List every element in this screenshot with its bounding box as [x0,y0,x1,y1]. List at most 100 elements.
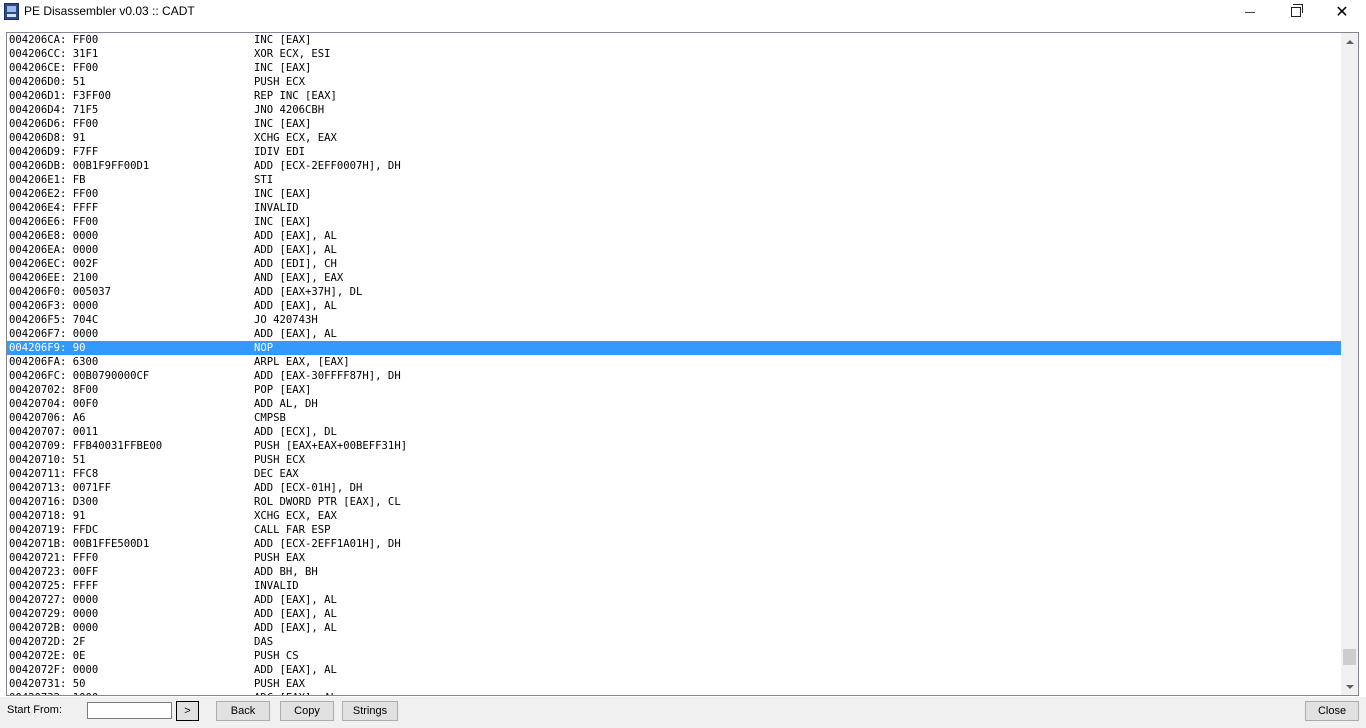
list-item[interactable]: 004206F0: 005037 ADD [EAX+37H], DL [7,285,1342,299]
instruction: CMPSB [254,412,286,424]
list-item[interactable]: 004206EE: 2100 AND [EAX], EAX [7,271,1342,285]
list-item[interactable]: 004206D1: F3FF00 REP INC [EAX] [7,89,1342,103]
list-item[interactable]: 004206FC: 00B0790000CF ADD [EAX-30FFFF87H… [7,369,1342,383]
list-item[interactable]: 004206D8: 91 XCHG ECX, EAX [7,131,1342,145]
address-bytes: 004206EA: 0000 [9,244,99,256]
list-item[interactable]: 004206F5: 704C JO 420743H [7,313,1342,327]
address-bytes: 004206F0: 005037 [9,286,112,298]
address-bytes: 00420710: 51 [9,454,86,466]
instruction: ADD [EAX-30FFFF87H], DH [254,370,401,382]
list-item[interactable]: 004206E1: FB STI [7,173,1342,187]
instruction: ADD [EAX], AL [254,328,337,340]
list-item[interactable]: 004206D0: 51 PUSH ECX [7,75,1342,89]
list-item[interactable]: 00420721: FFF0 PUSH EAX [7,551,1342,565]
list-item[interactable]: 00420732: 1000 ADC [EAX], AL [7,691,1342,695]
scrollbar-thumb[interactable] [1343,649,1356,665]
list-item[interactable]: 00420729: 0000 ADD [EAX], AL [7,607,1342,621]
instruction: ARPL EAX, [EAX] [254,356,350,368]
list-item[interactable]: 00420713: 0071FF ADD [ECX-01H], DH [7,481,1342,495]
list-item[interactable]: 004206D6: FF00 INC [EAX] [7,117,1342,131]
instruction: ADD [ECX-2EFF1A01H], DH [254,538,401,550]
minimize-button[interactable] [1227,0,1273,24]
address-bytes: 004206F7: 0000 [9,328,99,340]
disassembly-rows: 004206CA: FF00 INC [EAX] 004206CC: 31F1 XOR… [7,33,1342,695]
list-item[interactable]: 00420727: 0000 ADD [EAX], AL [7,593,1342,607]
instruction: INC [EAX] [254,34,312,46]
address-bytes: 0042072F: 0000 [9,664,99,676]
title-bar[interactable]: PE Disassembler v0.03 :: CADT ✕ [0,0,1366,24]
back-button[interactable]: Back [216,701,270,721]
list-item[interactable]: 004206F9: 90 NOP [7,341,1342,355]
address-bytes: 004206E6: FF00 [9,216,99,228]
list-item[interactable]: 004206E8: 0000 ADD [EAX], AL [7,229,1342,243]
address-bytes: 00420713: 0071FF [9,482,112,494]
instruction: ADD [EAX], AL [254,300,337,312]
list-item[interactable]: 00420716: D300 ROL DWORD PTR [EAX], CL [7,495,1342,509]
address-bytes: 00420706: A6 [9,412,86,424]
list-item[interactable]: 004206EC: 002F ADD [EDI], CH [7,257,1342,271]
instruction: DEC EAX [254,468,299,480]
instruction: XCHG ECX, EAX [254,510,337,522]
restore-button[interactable] [1273,0,1319,24]
instruction: PUSH EAX [254,678,306,690]
instruction: ADD [EAX], AL [254,594,337,606]
copy-button[interactable]: Copy [280,701,334,721]
address-bytes: 00420725: FFFF [9,580,99,592]
list-item[interactable]: 00420723: 00FF ADD BH, BH [7,565,1342,579]
list-item[interactable]: 00420702: 8F00 POP [EAX] [7,383,1342,397]
list-item[interactable]: 004206D4: 71F5 JNO 4206CBH [7,103,1342,117]
list-item[interactable]: 0042072F: 0000 ADD [EAX], AL [7,663,1342,677]
list-item[interactable]: 004206E4: FFFF INVALID [7,201,1342,215]
go-button[interactable]: > [176,701,199,721]
list-item[interactable]: 00420710: 51 PUSH ECX [7,453,1342,467]
instruction: IDIV EDI [254,146,306,158]
list-item[interactable]: 00420706: A6 CMPSB [7,411,1342,425]
list-item[interactable]: 00420725: FFFF INVALID [7,579,1342,593]
strings-button[interactable]: Strings [342,701,398,721]
list-item[interactable]: 00420707: 0011 ADD [ECX], DL [7,425,1342,439]
list-item[interactable]: 0042072D: 2F DAS [7,635,1342,649]
list-item[interactable]: 00420731: 50 PUSH EAX [7,677,1342,691]
list-item[interactable]: 004206CE: FF00 INC [EAX] [7,61,1342,75]
disassembly-list[interactable]: 004206CA: FF00 INC [EAX] 004206CC: 31F1 XOR… [6,32,1359,696]
list-item[interactable]: 004206FA: 6300 ARPL EAX, [EAX] [7,355,1342,369]
address-bytes: 00420721: FFF0 [9,552,99,564]
list-item[interactable]: 00420719: FFDC CALL FAR ESP [7,523,1342,537]
address-bytes: 00420707: 0011 [9,426,99,438]
list-item[interactable]: 0042071B: 00B1FFE500D1 ADD [ECX-2EFF1A01H… [7,537,1342,551]
list-item[interactable]: 004206DB: 00B1F9FF00D1 ADD [ECX-2EFF0007H… [7,159,1342,173]
list-item[interactable]: 00420718: 91 XCHG ECX, EAX [7,509,1342,523]
list-item[interactable]: 004206EA: 0000 ADD [EAX], AL [7,243,1342,257]
instruction: DAS [254,636,274,648]
close-button[interactable]: Close [1305,701,1359,721]
start-from-input[interactable] [87,702,172,719]
list-item[interactable]: 0042072B: 0000 ADD [EAX], AL [7,621,1342,635]
instruction: ROL DWORD PTR [EAX], CL [254,496,401,508]
scroll-up-button[interactable] [1341,33,1358,50]
instruction: INVALID [254,580,299,592]
scroll-down-button[interactable] [1341,678,1358,695]
list-item[interactable]: 004206CC: 31F1 XOR ECX, ESI [7,47,1342,61]
address-bytes: 00420709: FFB40031FFBE00 [9,440,163,452]
close-window-button[interactable]: ✕ [1319,0,1365,24]
list-item[interactable]: 004206D9: F7FF IDIV EDI [7,145,1342,159]
address-bytes: 00420716: D300 [9,496,99,508]
instruction: INC [EAX] [254,118,312,130]
address-bytes: 00420711: FFC8 [9,468,99,480]
list-item[interactable]: 004206E2: FF00 INC [EAX] [7,187,1342,201]
list-item[interactable]: 00420711: FFC8 DEC EAX [7,467,1342,481]
address-bytes: 00420727: 0000 [9,594,99,606]
list-item[interactable]: 00420704: 00F0 ADD AL, DH [7,397,1342,411]
list-item[interactable]: 004206F7: 0000 ADD [EAX], AL [7,327,1342,341]
list-item[interactable]: 004206F3: 0000 ADD [EAX], AL [7,299,1342,313]
list-item[interactable]: 004206E6: FF00 INC [EAX] [7,215,1342,229]
instruction: PUSH CS [254,650,299,662]
list-item[interactable]: 0042072E: 0E PUSH CS [7,649,1342,663]
address-bytes: 004206F3: 0000 [9,300,99,312]
instruction: REP INC [EAX] [254,90,337,102]
address-bytes: 004206CA: FF00 [9,34,99,46]
list-item[interactable]: 004206CA: FF00 INC [EAX] [7,33,1342,47]
vertical-scrollbar[interactable] [1341,33,1358,695]
list-item[interactable]: 00420709: FFB40031FFBE00 PUSH [EAX+EAX+00… [7,439,1342,453]
address-bytes: 004206CE: FF00 [9,62,99,74]
